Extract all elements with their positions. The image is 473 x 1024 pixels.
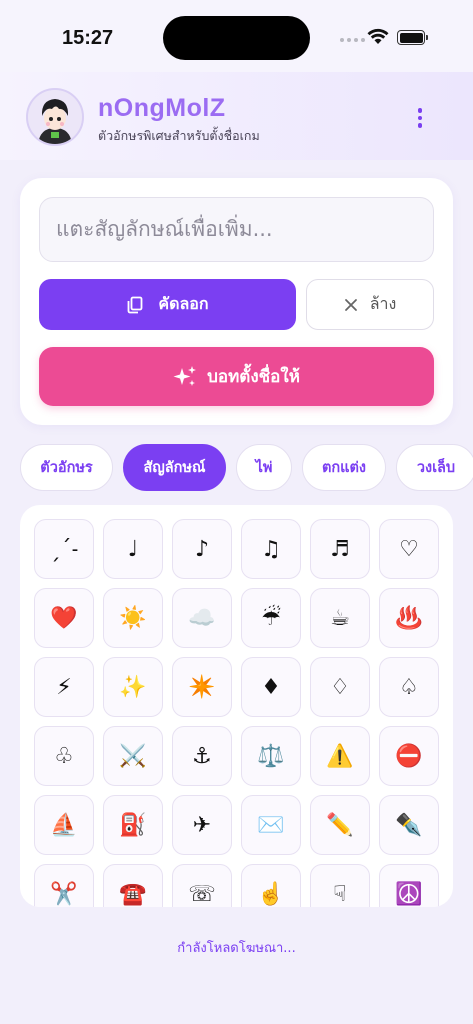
symbol-cell[interactable]: ✂️ bbox=[34, 864, 94, 907]
app-title: nOngMolZ bbox=[98, 94, 226, 122]
tab-letters[interactable]: ตัวอักษร bbox=[20, 444, 113, 491]
symbol-cell[interactable]: ♩ bbox=[103, 519, 163, 579]
symbol-cell[interactable]: ☏ bbox=[172, 864, 232, 907]
symbol-cell[interactable]: ⛵ bbox=[34, 795, 94, 855]
symbol-cell[interactable]: ♧ bbox=[34, 726, 94, 786]
more-vertical-icon bbox=[417, 108, 423, 113]
symbol-cell[interactable]: ♦ bbox=[241, 657, 301, 717]
symbol-cell[interactable]: ⚓ bbox=[172, 726, 232, 786]
tab-brackets[interactable]: วงเล็บ bbox=[396, 444, 473, 491]
symbols-panel[interactable]: ˏˊ˗ ♩ ♪ ♫ ♬ ♡ ❤️ ☀️ ☁️ ☔ ☕ ♨️ ⚡ ✨ ✴️ ♦ ♢ ♤ ♧ ⚔️ ⚓ ⚖️ ⚠️ ⛔ ⛵ ⛽ ✈ ✉️ ✏… bbox=[20, 505, 453, 907]
symbol-cell[interactable]: ❤️ bbox=[34, 588, 94, 648]
symbol-cell[interactable]: ✉️ bbox=[241, 795, 301, 855]
name-input-placeholder: แตะสัญลักษณ์เพื่อเพิ่ม... bbox=[56, 217, 273, 241]
avatar bbox=[26, 88, 84, 146]
symbol-cell[interactable]: ☕ bbox=[310, 588, 370, 648]
symbol-cell[interactable]: ♤ bbox=[379, 657, 439, 717]
symbol-cell[interactable]: ✨ bbox=[103, 657, 163, 717]
symbol-cell[interactable]: ☟ bbox=[310, 864, 370, 907]
symbol-cell[interactable]: ✴️ bbox=[172, 657, 232, 717]
name-input[interactable]: แตะสัญลักษณ์เพื่อเพิ่ม... bbox=[39, 197, 434, 262]
clear-button-label: ล้าง bbox=[369, 294, 397, 313]
category-tabs: ตัวอักษร สัญลักษณ์ ไพ่ ตกแต่ง วงเล็บ bbox=[20, 444, 473, 491]
symbol-cell[interactable]: ☝️ bbox=[241, 864, 301, 907]
symbol-cell[interactable]: ☔ bbox=[241, 588, 301, 648]
status-time: 15:27 bbox=[62, 27, 114, 49]
symbol-cell[interactable]: ♪ bbox=[172, 519, 232, 579]
more-options-button[interactable] bbox=[408, 106, 432, 130]
status-bar: 15:27 bbox=[0, 0, 473, 72]
copy-button[interactable]: คัดลอก bbox=[39, 279, 296, 330]
name-editor-card: แตะสัญลักษณ์เพื่อเพิ่ม... คัดลอก ล้าง บอ… bbox=[20, 178, 453, 425]
close-icon bbox=[344, 298, 357, 311]
symbol-cell[interactable]: ♬ bbox=[310, 519, 370, 579]
suggest-button-label: บอทตั้งชื่อให้ bbox=[207, 367, 300, 387]
symbol-cell[interactable]: ˏˊ˗ bbox=[34, 519, 94, 579]
symbol-cell[interactable]: ☀️ bbox=[103, 588, 163, 648]
symbol-cell[interactable]: ⚔️ bbox=[103, 726, 163, 786]
symbol-cell[interactable]: ☮️ bbox=[379, 864, 439, 907]
cellular-signal-icon bbox=[340, 38, 365, 42]
symbol-cell[interactable]: ♨️ bbox=[379, 588, 439, 648]
symbol-grid: ˏˊ˗ ♩ ♪ ♫ ♬ ♡ ❤️ ☀️ ☁️ ☔ ☕ ♨️ ⚡ ✨ ✴️ ♦ ♢ ♤ ♧ ⚔️ ⚓ ⚖️ ⚠️ ⛔ ⛵ ⛽ ✈ ✉️ ✏… bbox=[34, 519, 440, 907]
symbol-cell[interactable]: ☎️ bbox=[103, 864, 163, 907]
tab-cards[interactable]: ไพ่ bbox=[236, 444, 292, 491]
symbol-cell[interactable]: ✈ bbox=[172, 795, 232, 855]
symbol-cell[interactable]: ✏️ bbox=[310, 795, 370, 855]
wifi-icon bbox=[367, 28, 389, 44]
symbol-cell[interactable]: ⚡ bbox=[34, 657, 94, 717]
sparkles-icon bbox=[173, 365, 197, 386]
symbol-cell[interactable]: ⛔ bbox=[379, 726, 439, 786]
clear-button[interactable]: ล้าง bbox=[306, 279, 434, 330]
symbol-cell[interactable]: ♢ bbox=[310, 657, 370, 717]
dynamic-island bbox=[163, 16, 310, 60]
battery-icon bbox=[397, 30, 428, 45]
symbol-cell[interactable]: ♡ bbox=[379, 519, 439, 579]
copy-icon bbox=[127, 296, 143, 313]
symbol-cell[interactable]: ✒️ bbox=[379, 795, 439, 855]
tab-decorations[interactable]: ตกแต่ง bbox=[302, 444, 386, 491]
ad-loading-text: กำลังโหลดโฆษณา... bbox=[177, 941, 296, 956]
symbol-cell[interactable]: ⛽ bbox=[103, 795, 163, 855]
symbol-cell[interactable]: ⚖️ bbox=[241, 726, 301, 786]
symbol-cell[interactable]: ♫ bbox=[241, 519, 301, 579]
tab-symbols[interactable]: สัญลักษณ์ bbox=[123, 444, 226, 491]
app-subtitle: ตัวอักษรพิเศษสำหรับตั้งชื่อเกม bbox=[98, 128, 260, 143]
suggest-name-button[interactable]: บอทตั้งชื่อให้ bbox=[39, 347, 434, 406]
copy-button-label: คัดลอก bbox=[158, 294, 209, 313]
app-header: nOngMolZ ตัวอักษรพิเศษสำหรับตั้งชื่อเกม bbox=[0, 72, 473, 160]
symbol-cell[interactable]: ☁️ bbox=[172, 588, 232, 648]
symbol-cell[interactable]: ⚠️ bbox=[310, 726, 370, 786]
